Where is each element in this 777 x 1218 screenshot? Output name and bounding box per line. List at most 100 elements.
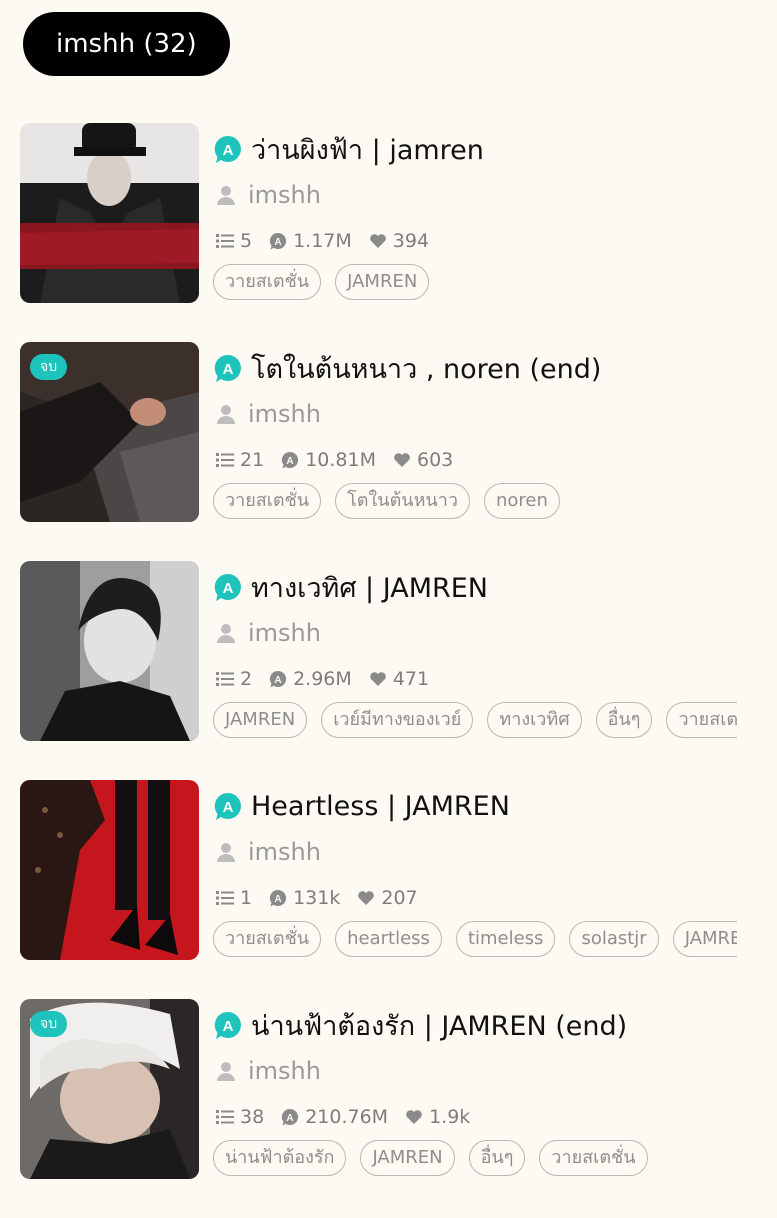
story-item[interactable]: A Heartless | JAMREN imshh 1 A 131k 207 ว…	[20, 780, 777, 999]
svg-text:A: A	[274, 675, 281, 686]
heart-icon	[406, 1110, 422, 1124]
story-title[interactable]: ทางเวทิศ | JAMREN	[251, 566, 488, 609]
tag[interactable]: อื่นๆ	[468, 1140, 526, 1176]
read-count-icon: A	[282, 451, 299, 469]
svg-text:A: A	[223, 361, 234, 378]
chapter-count: 5	[240, 230, 253, 252]
tag[interactable]: โตในต้นหนาว	[335, 483, 470, 519]
tag[interactable]: noren	[483, 483, 560, 519]
list-icon	[216, 234, 234, 248]
svg-text:A: A	[223, 1018, 234, 1035]
story-writer[interactable]: imshh	[248, 838, 321, 866]
tag[interactable]: ทางเวทิศ	[487, 702, 582, 738]
tag[interactable]: JAMREN	[360, 1140, 455, 1176]
read-count: 210.76M	[305, 1106, 389, 1128]
tag[interactable]: วายสเตชั่น	[213, 483, 322, 519]
list-icon	[216, 672, 234, 686]
story-writer[interactable]: imshh	[248, 1057, 321, 1085]
list-icon	[216, 453, 234, 467]
story-title[interactable]: โตในต้นหนาว , noren (end)	[251, 347, 601, 390]
tag[interactable]: เวย์มีทางของเวย์	[321, 702, 474, 738]
story-item[interactable]: A ทางเวทิศ | JAMREN imshh 2 A 2.96M 471 J…	[20, 561, 777, 780]
tag-list: น่านฟ้าต้องรัก JAMREN อื่นๆ วายสเตชั่น	[213, 1138, 737, 1178]
story-item[interactable]: A ว่านผิงฟ้า | jamren imshh 5 A 1.17M 394…	[20, 123, 777, 342]
tag-list: วายสเตชั่น JAMREN	[213, 262, 737, 302]
cover-image	[20, 123, 199, 303]
a-bubble-icon: A	[214, 135, 241, 163]
person-icon	[217, 843, 235, 862]
story-writer[interactable]: imshh	[248, 619, 321, 647]
tag[interactable]: วายสเตชั่น	[213, 264, 322, 300]
tag[interactable]: วายสเตชั่น	[666, 702, 737, 738]
story-cover[interactable]: จบ	[20, 999, 199, 1179]
tag[interactable]: น่านฟ้าต้องรัก	[213, 1140, 347, 1176]
tag[interactable]: วายสเตชั่น	[539, 1140, 648, 1176]
tag[interactable]: อื่นๆ	[595, 702, 653, 738]
like-count: 603	[416, 449, 454, 471]
like-count: 1.9k	[429, 1106, 471, 1128]
chapter-count: 1	[240, 887, 253, 909]
read-count-icon: A	[269, 670, 287, 688]
story-title[interactable]: Heartless | JAMREN	[251, 791, 510, 822]
cover-image	[20, 561, 199, 741]
svg-text:A: A	[223, 580, 234, 597]
end-badge: จบ	[30, 1011, 68, 1037]
svg-text:A: A	[274, 237, 281, 248]
chapter-count: 38	[240, 1106, 265, 1128]
svg-text:A: A	[274, 894, 281, 905]
svg-text:A: A	[223, 799, 234, 816]
like-count: 394	[392, 230, 430, 252]
story-writer[interactable]: imshh	[248, 181, 321, 209]
list-icon	[216, 1110, 234, 1124]
tag[interactable]: วายสเตชั่น	[213, 921, 322, 957]
story-title[interactable]: น่านฟ้าต้องรัก | JAMREN (end)	[251, 1004, 627, 1047]
a-bubble-icon: A	[214, 573, 241, 601]
person-icon	[217, 624, 235, 643]
story-item[interactable]: จบ A โตในต้นหนาว , noren (end) imshh 21 …	[20, 342, 777, 561]
read-count: 2.96M	[293, 668, 352, 690]
story-list: A ว่านผิงฟ้า | jamren imshh 5 A 1.17M 394…	[20, 123, 777, 1218]
heart-icon	[369, 672, 386, 686]
story-cover[interactable]	[20, 780, 199, 960]
tag-list: JAMREN เวย์มีทางของเวย์ ทางเวทิศ อื่นๆ ว…	[213, 700, 737, 740]
read-count-icon: A	[269, 232, 287, 250]
person-icon	[217, 405, 235, 424]
tag-list: วายสเตชั่น heartless timeless solastjr J…	[213, 919, 737, 959]
svg-text:A: A	[287, 456, 294, 467]
heart-icon	[369, 234, 386, 248]
story-cover[interactable]	[20, 123, 199, 303]
a-bubble-icon: A	[214, 354, 241, 382]
read-count-icon: A	[269, 889, 287, 907]
person-icon	[217, 186, 235, 205]
tag-list: วายสเตชั่น โตในต้นหนาว noren	[213, 481, 737, 521]
tag[interactable]: solastjr	[569, 921, 659, 957]
story-cover[interactable]	[20, 561, 199, 741]
tag[interactable]: timeless	[455, 921, 556, 957]
tag[interactable]: JAMREN	[672, 921, 737, 957]
story-item[interactable]: จบ A น่านฟ้าต้องรัก | JAMREN (end) imshh…	[20, 999, 777, 1218]
tag[interactable]: heartless	[335, 921, 442, 957]
like-count: 207	[381, 887, 418, 909]
story-title[interactable]: ว่านผิงฟ้า | jamren	[251, 128, 484, 171]
a-bubble-icon: A	[214, 1011, 241, 1039]
story-writer[interactable]: imshh	[248, 400, 321, 428]
heart-icon	[394, 453, 410, 467]
svg-text:A: A	[223, 142, 234, 159]
story-cover[interactable]: จบ	[20, 342, 199, 522]
like-count: 471	[392, 668, 430, 690]
chapter-count: 21	[240, 449, 265, 471]
chapter-count: 2	[240, 668, 253, 690]
read-count: 10.81M	[305, 449, 376, 471]
author-filter-label: imshh (32)	[56, 29, 197, 59]
read-count-icon: A	[282, 1108, 299, 1126]
read-count: 1.17M	[293, 230, 352, 252]
svg-text:A: A	[287, 1113, 294, 1124]
tag[interactable]: JAMREN	[213, 702, 308, 738]
end-badge: จบ	[30, 354, 68, 380]
tag[interactable]: JAMREN	[335, 264, 430, 300]
read-count: 131k	[293, 887, 341, 909]
person-icon	[217, 1062, 235, 1081]
cover-image	[20, 780, 199, 960]
author-filter-pill[interactable]: imshh (32)	[23, 12, 230, 76]
heart-icon	[358, 891, 375, 905]
